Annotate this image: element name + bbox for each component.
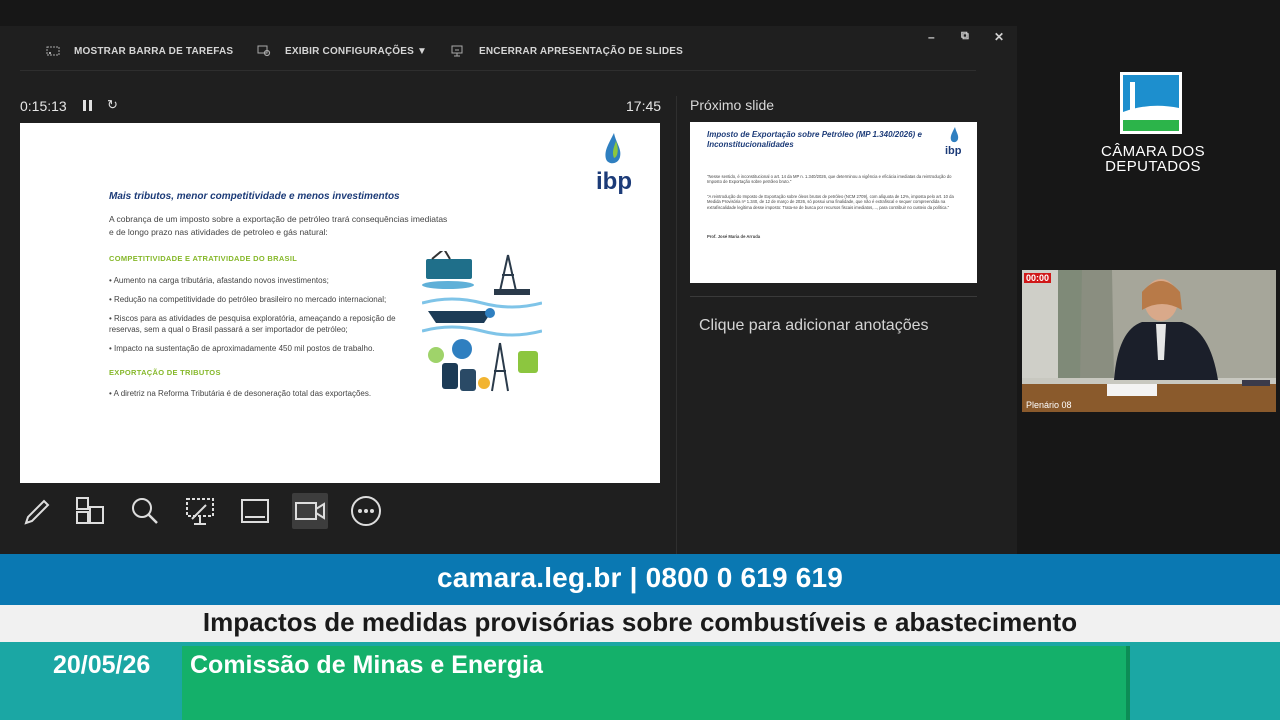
see-all-slides-button[interactable] bbox=[72, 493, 108, 529]
ibp-logo-small-text: ibp bbox=[945, 145, 962, 156]
close-button[interactable]: ✕ bbox=[994, 30, 1004, 44]
bullet-item: • Impacto na sustentação de aproximadame… bbox=[109, 344, 375, 353]
speaker-video-image bbox=[1022, 270, 1276, 412]
show-taskbar-button[interactable]: MOSTRAR BARRA DE TAREFAS bbox=[46, 44, 233, 58]
slides-grid-icon bbox=[76, 497, 104, 524]
presenter-tools bbox=[18, 493, 388, 529]
restore-button[interactable]: ⧉ bbox=[961, 30, 969, 43]
oil-industry-illustration bbox=[422, 251, 542, 392]
camera-toggle-button[interactable] bbox=[292, 493, 328, 529]
show-taskbar-label: MOSTRAR BARRA DE TAREFAS bbox=[74, 45, 234, 57]
minimize-button[interactable]: – bbox=[928, 30, 935, 44]
pen-tool-button[interactable] bbox=[18, 493, 54, 529]
ibp-logo: ibp bbox=[596, 133, 632, 195]
video-camera-icon bbox=[295, 502, 325, 520]
ibp-logo-small: ibp bbox=[945, 127, 962, 156]
more-options-icon bbox=[351, 496, 381, 526]
speaker-notes-placeholder[interactable]: Clique para adicionar anotações bbox=[699, 317, 928, 335]
camara-logo-line2: DEPUTADOS bbox=[1105, 158, 1201, 175]
pointer-options-button[interactable] bbox=[182, 493, 218, 529]
next-slide-author: Prof. José Maria de Arruda bbox=[707, 234, 761, 239]
next-slide-paragraph: "Nesse sentido, é inconstitucional o art… bbox=[707, 174, 952, 185]
end-slideshow-button[interactable]: ENCERRAR APRESENTAÇÃO DE SLIDES bbox=[451, 44, 683, 58]
notes-separator bbox=[690, 296, 977, 297]
bullet-item: • A diretriz na Reforma Tributária é de … bbox=[109, 389, 372, 398]
camara-logo-text: CÂMARA DOS DEPUTADOS bbox=[1098, 144, 1208, 174]
recording-indicator: 00:00 bbox=[1024, 273, 1052, 283]
more-options-button[interactable] bbox=[348, 493, 384, 529]
magnifier-icon bbox=[132, 498, 158, 524]
room-label: Plenário 08 bbox=[1026, 400, 1072, 410]
pause-icon[interactable] bbox=[83, 100, 92, 111]
bullet-item: • Riscos para as atividades de pesquisa … bbox=[109, 314, 396, 334]
speaker-video-feed: 00:00 Plenário 08 bbox=[1022, 270, 1276, 412]
commission-bar-edge bbox=[1126, 646, 1130, 720]
taskbar-icon bbox=[46, 46, 60, 56]
next-slide-paragraph: "A reintrodução do Imposto de Exportação… bbox=[707, 194, 954, 210]
presenter-toolbar: MOSTRAR BARRA DE TAREFAS EXIBIR CONFIGUR… bbox=[0, 26, 1017, 72]
toolbar-divider bbox=[20, 70, 976, 71]
end-slideshow-label: ENCERRAR APRESENTAÇÃO DE SLIDES bbox=[479, 45, 683, 57]
laser-pointer-icon bbox=[186, 498, 214, 525]
current-slide: ibp Mais tributos, menor competitividade… bbox=[20, 123, 660, 483]
section-heading-competitiveness: COMPETITIVIDADE E ATRATIVIDADE DO BRASIL bbox=[109, 254, 298, 263]
bullet-item: • Redução na competitividade do petróleo… bbox=[109, 295, 387, 304]
subtitles-icon bbox=[241, 499, 269, 523]
elapsed-timer: 0:15:13 bbox=[20, 98, 67, 114]
next-slide-preview[interactable]: ibp Imposto de Exportação sobre Petróleo… bbox=[690, 122, 977, 283]
camara-logo-line1: CÂMARA DOS bbox=[1100, 143, 1206, 160]
broadcast-screen: MOSTRAR BARRA DE TAREFAS EXIBIR CONFIGUR… bbox=[0, 0, 1280, 720]
headline-text: Impactos de medidas provisórias sobre co… bbox=[202, 607, 1078, 637]
end-slideshow-icon bbox=[451, 45, 463, 57]
next-slide-label: Próximo slide bbox=[690, 97, 775, 113]
commission-name: Comissão de Minas e Energia bbox=[190, 651, 543, 679]
current-time: 17:45 bbox=[626, 98, 662, 114]
subtitles-button[interactable] bbox=[237, 493, 273, 529]
settings-icon bbox=[257, 45, 271, 57]
section-heading-export: EXPORTAÇÃO DE TRIBUTOS bbox=[109, 368, 221, 377]
slide-title: Mais tributos, menor competitividade e m… bbox=[109, 191, 400, 202]
zoom-button[interactable] bbox=[127, 493, 163, 529]
contact-text: camara.leg.br | 0800 0 619 619 bbox=[436, 562, 844, 593]
restart-timer-icon[interactable]: ↻ bbox=[107, 98, 119, 111]
ibp-logo-text: ibp bbox=[596, 168, 632, 195]
display-settings-label: EXIBIR CONFIGURAÇÕES ▼ bbox=[285, 45, 428, 57]
camara-logo-icon bbox=[1120, 72, 1182, 134]
session-date: 20/05/26 bbox=[53, 651, 151, 679]
pen-icon bbox=[24, 499, 50, 525]
slide-intro: A cobrança de um imposto sobre a exporta… bbox=[109, 214, 448, 237]
next-slide-title: Imposto de Exportação sobre Petróleo (MP… bbox=[707, 130, 922, 149]
presenter-view-window: MOSTRAR BARRA DE TAREFAS EXIBIR CONFIGUR… bbox=[0, 26, 1017, 554]
display-settings-button[interactable]: EXIBIR CONFIGURAÇÕES ▼ bbox=[257, 44, 427, 58]
bullet-item: • Aumento na carga tributária, afastando… bbox=[109, 276, 329, 285]
pane-divider[interactable] bbox=[676, 96, 677, 554]
